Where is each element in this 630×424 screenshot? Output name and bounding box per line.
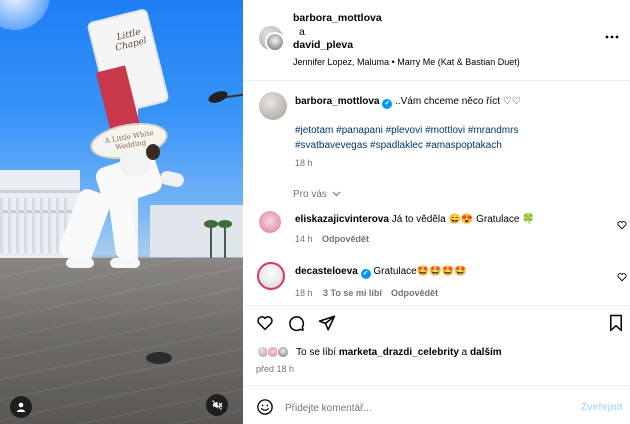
caption-username[interactable]: barbora_mottlova (295, 96, 379, 107)
comment-reply-button[interactable]: Odpovědět (391, 288, 438, 298)
caption-hashtags-1[interactable]: #jetotam #panapani #plevovi #mottlovi #m… (295, 125, 518, 136)
comment-time: 18 h (295, 288, 313, 298)
shadow (146, 352, 172, 364)
emoji-icon[interactable] (256, 398, 274, 416)
comment-text: Gratulace🤩🤩🤩🤩 (373, 266, 467, 277)
more-icon[interactable] (605, 35, 619, 39)
comment-icon[interactable] (287, 314, 305, 332)
caption-avatar[interactable] (259, 92, 287, 120)
post-time: před 18 h (256, 364, 295, 374)
author-username[interactable]: barbora_mottlova (293, 12, 382, 24)
comment-avatar[interactable] (257, 262, 285, 290)
heart-icon[interactable] (256, 314, 274, 332)
caption-hashtags-2[interactable]: #svatbavevegas #spadlaklec #amaspoptakac… (295, 140, 502, 151)
comment-text: Já to věděla 😄😍 Gratulace 🍀 (391, 214, 535, 225)
caption-text: ..Vám chceme něco říct ♡♡ (395, 96, 521, 107)
coauthor-username[interactable]: david_pleva (293, 39, 353, 51)
palm-tree (218, 220, 232, 258)
background-wall (150, 205, 243, 257)
comment-likes-count[interactable]: 3 To se mi líbí (323, 288, 382, 298)
likes-others-link[interactable]: dalším (470, 347, 502, 358)
head (146, 144, 160, 160)
comment-like-heart-icon[interactable] (617, 220, 627, 230)
shoe (66, 258, 94, 268)
liker-avatar[interactable] (277, 346, 289, 358)
post-details-panel: barbora_mottlova a david_pleva Jennifer … (243, 0, 630, 424)
user-tag-icon (16, 402, 26, 412)
likes-middle: a (461, 347, 468, 358)
comment-username[interactable]: decasteloeva (295, 266, 358, 277)
likes-user[interactable]: marketa_drazdi_celebrity (339, 347, 459, 358)
comment-reply-button[interactable]: Odpovědět (322, 234, 369, 244)
coauthor-avatar[interactable] (265, 32, 285, 52)
caption-time: 18 h (295, 158, 313, 168)
header-divider (243, 80, 630, 81)
comment-time: 14 h (295, 234, 313, 244)
verified-badge-icon: ✓ (360, 269, 371, 279)
audio-track[interactable]: Jennifer Lopez, Maluma • Marry Me (Kat &… (293, 57, 520, 67)
share-icon[interactable] (318, 314, 336, 332)
comment-2: decasteloeva ✓ Gratulace🤩🤩🤩🤩 (295, 266, 467, 279)
verified-badge-icon: ✓ (382, 99, 393, 109)
for-you-label: Pro vás (293, 189, 327, 200)
comment-input[interactable] (285, 399, 565, 417)
shoe (110, 258, 140, 268)
comment-box-divider (243, 385, 630, 386)
bookmark-icon[interactable] (608, 314, 624, 332)
likes-summary: To se líbí marketa_drazdi_celebrity a da… (296, 347, 502, 358)
palm-tree (204, 220, 218, 258)
likes-prefix: To se líbí (296, 347, 337, 358)
post-comment-button[interactable]: Zveřejnit (581, 402, 623, 413)
comment-like-heart-icon[interactable] (617, 272, 627, 282)
coauthor-connector: a (299, 26, 305, 38)
comment-username[interactable]: eliskazajicvinterova (295, 214, 389, 225)
sun-glare (0, 0, 50, 30)
chevron-down-icon (332, 191, 341, 197)
post-media[interactable]: Little Chapel A Little White Wedding (0, 0, 243, 424)
mute-icon (212, 400, 223, 410)
for-you-toggle[interactable]: Pro vás (293, 189, 341, 200)
caption-line: barbora_mottlova ✓ ..Vám chceme něco říc… (295, 96, 521, 109)
comment-1: eliskazajicvinterova Já to věděla 😄😍 Gra… (295, 214, 535, 225)
comment-avatar[interactable] (259, 211, 281, 233)
mute-button[interactable] (206, 394, 228, 416)
street-lamp (206, 88, 230, 106)
actions-divider (243, 305, 630, 306)
tagged-users-button[interactable] (10, 396, 32, 418)
